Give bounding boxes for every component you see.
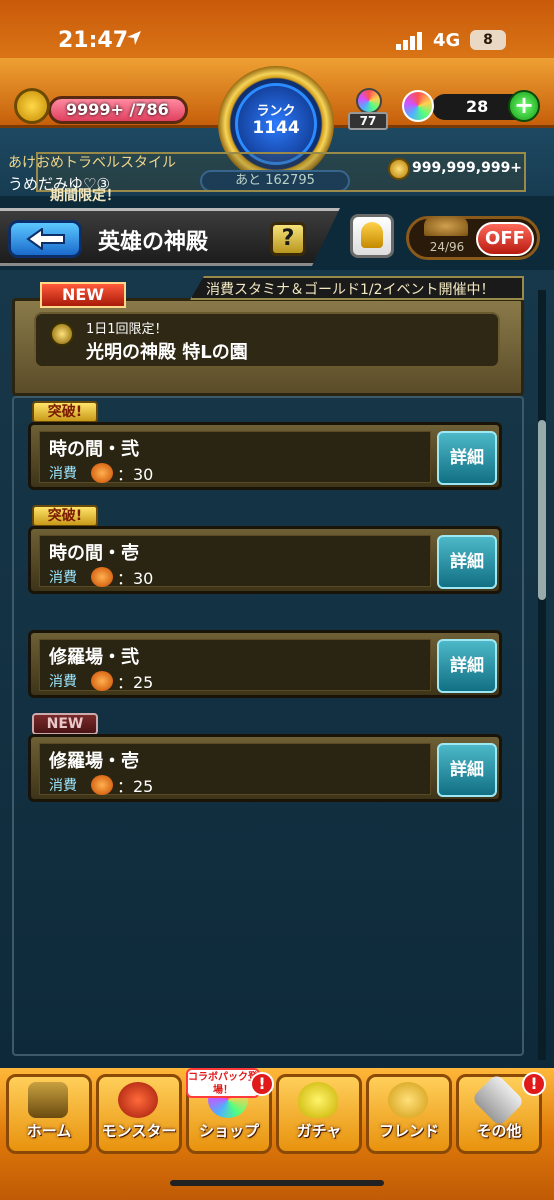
quest-card[interactable]: 修羅場・壱 消費 ：25 詳細 (28, 734, 502, 802)
quest-card[interactable]: 時の間・弐 消費 ：30 詳細 (28, 422, 502, 490)
stamina-icon (91, 463, 113, 483)
quest-name: 修羅場・壱 (49, 751, 139, 772)
ticker-text: 期間限定！ (50, 188, 120, 204)
quest-name: 時の間・弐 (49, 439, 139, 460)
quest-stamina: ：30 (117, 569, 154, 588)
quest-name: 修羅場・弐 (49, 647, 139, 668)
detail-button[interactable]: 詳細 (437, 431, 497, 485)
location-arrow-icon (127, 31, 141, 45)
buy-orb-button[interactable]: + (508, 90, 540, 122)
quest-name: 時の間・壱 (49, 543, 139, 564)
quest-cost-label: 消費 (49, 778, 77, 794)
other-alert-icon: ! (522, 1072, 546, 1096)
home-indicator (170, 1180, 384, 1186)
scrollbar-thumb[interactable] (538, 420, 546, 600)
special-event-sub: 1日1回限定！ (86, 322, 168, 337)
quest-cost-label: 消費 (49, 570, 77, 586)
castle-icon (28, 1082, 68, 1118)
quest-card[interactable]: 時の間・壱 消費 ：30 詳細 (28, 526, 502, 594)
helmet-icon (424, 216, 468, 236)
detail-button[interactable]: 詳細 (437, 743, 497, 797)
stamina-icon (91, 671, 113, 691)
gacha-egg-icon (298, 1082, 338, 1118)
quest-cost-label: 消費 (49, 674, 77, 690)
nav-home-label: ホーム (26, 1122, 72, 1140)
auto-count: 24/96 (429, 240, 465, 254)
stamina-icon (91, 567, 113, 587)
quest-stamina: ：25 (117, 673, 154, 692)
page-title: 英雄の神殿 (98, 230, 209, 255)
detail-button[interactable]: 詳細 (437, 535, 497, 589)
nav-friend-label: フレンド (378, 1122, 439, 1140)
new-badge: NEW (40, 282, 126, 308)
quest-stamina: ：25 (117, 777, 154, 796)
nav-gacha-label: ガチャ (296, 1122, 342, 1140)
scrollbar-track[interactable] (538, 290, 546, 1060)
help-button[interactable]: ? (270, 222, 306, 256)
gold-icon (388, 158, 410, 180)
nav-monster-label: モンスター (101, 1122, 177, 1140)
quest-new-badge: NEW (32, 713, 98, 735)
event-banner-text: 消費スタミナ＆ゴールド1/2イベント開催中！ (206, 282, 495, 298)
gold-value: 999,999,999+ (412, 160, 523, 176)
special-event-title: 光明の神殿 特Lの園 (86, 342, 248, 363)
quest-stamina: ：30 (117, 465, 154, 484)
quest-cost-label: 消費 (49, 466, 77, 482)
orb-small-count: 77 (348, 112, 388, 130)
collab-pack-badge: コラボパック登場！ (186, 1068, 260, 1098)
battery-indicator: 8 (470, 30, 506, 50)
network-type: 4G (433, 30, 461, 51)
rank-label: ランク (256, 104, 296, 119)
status-bar: 21:47 4G 8 (0, 0, 554, 58)
detail-button[interactable]: 詳細 (437, 639, 497, 693)
off-button[interactable]: OFF (476, 222, 534, 256)
stamina-icon (91, 775, 113, 795)
bell-icon (361, 222, 383, 248)
status-time: 21:47 (58, 28, 129, 53)
user-title: あけおめトラベルスタイル (8, 155, 176, 171)
orb-gem-icon (356, 88, 382, 114)
stamina-value: 9999+ /786 (66, 100, 169, 119)
orb-count: 28 (466, 97, 489, 116)
stamina-icon (14, 88, 50, 124)
quest-badge: 突破! (32, 505, 98, 527)
back-arrow-icon (26, 228, 65, 250)
quest-card[interactable]: 修羅場・弐 消費 ：25 詳細 (28, 630, 502, 698)
nav-other-label: その他 (476, 1122, 522, 1140)
quest-badge: 突破! (32, 401, 98, 423)
friend-balloon-icon (388, 1082, 428, 1118)
rank-value: 1144 (252, 118, 300, 138)
orb-icon (402, 90, 434, 122)
sun-icon (50, 322, 74, 346)
signal-icon (396, 32, 422, 50)
nav-shop-label: ショップ (198, 1122, 259, 1140)
monster-icon (118, 1082, 158, 1118)
shop-alert-icon: ! (250, 1072, 274, 1096)
